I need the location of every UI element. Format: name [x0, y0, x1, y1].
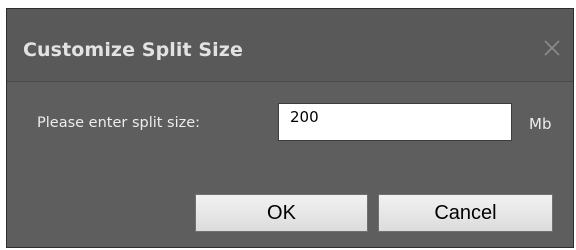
- close-icon[interactable]: [541, 37, 563, 59]
- cancel-button[interactable]: Cancel: [378, 194, 553, 232]
- dialog-title: Customize Split Size: [23, 39, 243, 61]
- dialog-titlebar: Customize Split Size: [7, 9, 573, 81]
- split-size-input[interactable]: [278, 103, 512, 141]
- unit-label: Mb: [529, 115, 552, 133]
- dialog-body: Please enter split size: Mb OK Cancel: [7, 82, 573, 247]
- customize-split-size-dialog: Customize Split Size Please enter split …: [6, 8, 574, 248]
- split-size-label: Please enter split size:: [37, 115, 201, 131]
- ok-button[interactable]: OK: [195, 194, 368, 232]
